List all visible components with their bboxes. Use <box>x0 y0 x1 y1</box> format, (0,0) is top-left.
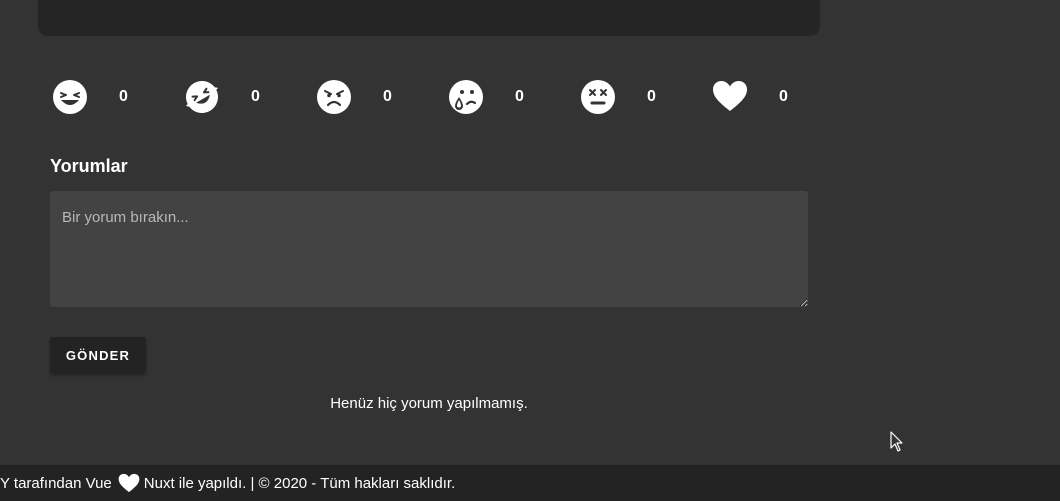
reaction-count: 0 <box>647 88 656 105</box>
reaction-count: 0 <box>515 88 524 105</box>
grin-squint-tears-icon[interactable] <box>184 79 220 115</box>
reaction-count: 0 <box>119 88 128 105</box>
reaction-dizzy[interactable]: 0 <box>580 79 656 115</box>
no-comments-message: Henüz hiç yorum yapılmamış. <box>330 395 528 412</box>
footer: Y tarafından Vue Nuxt ile yapıldı. | © 2… <box>0 465 1060 501</box>
heart-icon[interactable] <box>712 79 748 115</box>
reaction-love[interactable]: 0 <box>712 79 788 115</box>
angry-face-icon[interactable] <box>316 79 352 115</box>
comment-input[interactable] <box>50 191 808 307</box>
mouse-cursor-icon <box>890 431 903 452</box>
reaction-bar: 0 0 0 0 0 0 <box>52 79 812 115</box>
page: 0 0 0 0 0 0 Yorumlar Bir yorum bırakın..… <box>0 0 1060 501</box>
reaction-angry[interactable]: 0 <box>316 79 392 115</box>
reaction-laugh[interactable]: 0 <box>52 79 128 115</box>
comments-title: Yorumlar <box>50 156 128 176</box>
heart-icon <box>118 473 140 493</box>
submit-button[interactable]: GÖNDER <box>50 337 146 373</box>
post-card-bottom <box>38 0 820 36</box>
grin-squint-icon[interactable] <box>52 79 88 115</box>
reaction-sad[interactable]: 0 <box>448 79 524 115</box>
dizzy-face-icon[interactable] <box>580 79 616 115</box>
reaction-count: 0 <box>779 88 788 105</box>
footer-text-end: Nuxt ile yapıldı. | © 2020 - Tüm hakları… <box>143 474 456 492</box>
sad-tear-icon[interactable] <box>448 79 484 115</box>
footer-text-start: Y tarafından Vue <box>0 474 112 492</box>
reaction-count: 0 <box>251 88 260 105</box>
reaction-count: 0 <box>383 88 392 105</box>
reaction-laugh-tears[interactable]: 0 <box>184 79 260 115</box>
